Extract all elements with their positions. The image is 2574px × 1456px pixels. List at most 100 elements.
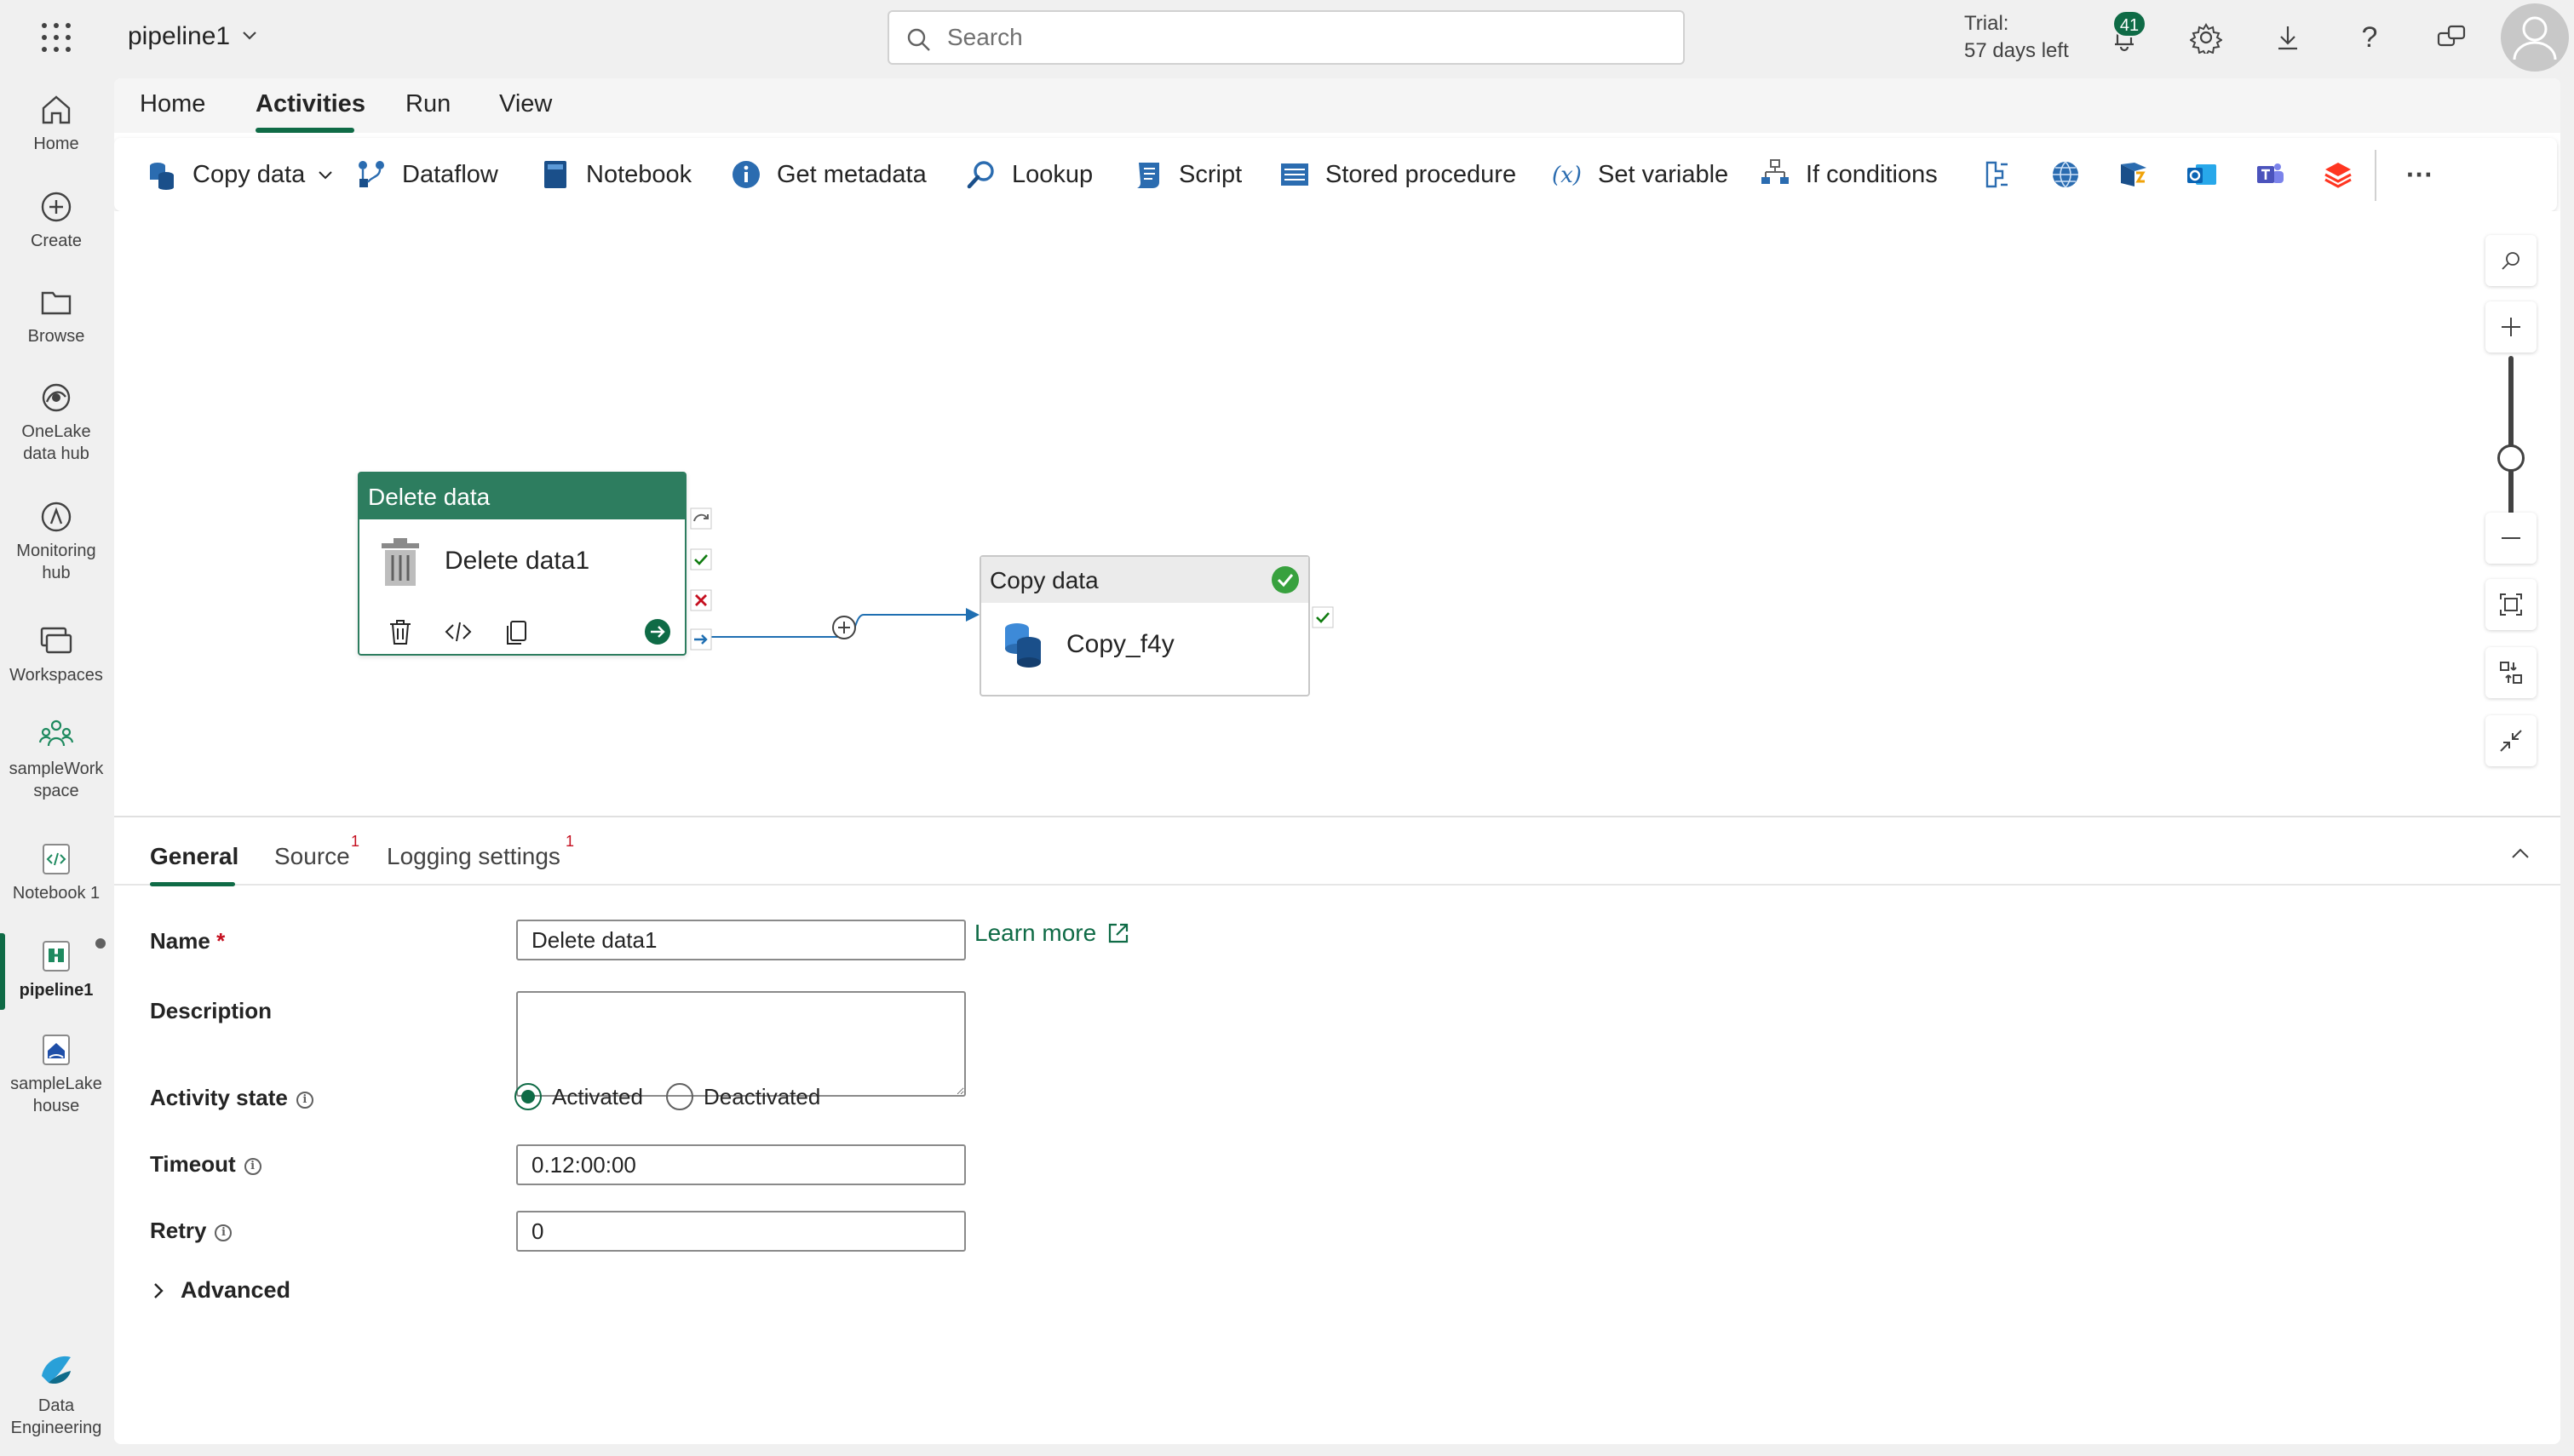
deactivated-radio[interactable]: Deactivated bbox=[666, 1083, 820, 1110]
feedback-icon[interactable] bbox=[2429, 15, 2473, 60]
rail-item-pipeline[interactable]: pipeline1 bbox=[0, 938, 112, 1001]
copy-data-icon bbox=[1005, 623, 1041, 668]
copy-data-icon bbox=[145, 158, 179, 192]
zoom-in-button[interactable] bbox=[2485, 301, 2537, 353]
external-link-icon bbox=[1109, 923, 1129, 943]
download-icon[interactable] bbox=[2266, 15, 2310, 60]
databricks-icon[interactable] bbox=[2320, 157, 2356, 192]
trial-label: Trial: bbox=[1964, 12, 2009, 35]
data-engineering-icon bbox=[42, 1356, 71, 1384]
app-title[interactable]: pipeline1 bbox=[128, 22, 230, 51]
menu-bar: Home Activities Run View bbox=[114, 78, 2560, 133]
properties-pane: General Source 1 Logging settings 1 Name… bbox=[114, 817, 2560, 1444]
name-label-text: Name bbox=[150, 928, 210, 954]
minimize-button[interactable] bbox=[2485, 715, 2537, 766]
deactivated-label: Deactivated bbox=[704, 1083, 821, 1109]
success-output-icon[interactable] bbox=[1312, 606, 1334, 633]
canvas-search-button[interactable] bbox=[2485, 235, 2537, 286]
rail-item-data-engineering[interactable]: Data Engineering bbox=[0, 1350, 112, 1439]
teams-icon[interactable] bbox=[2252, 157, 2288, 192]
copy-data-activity[interactable]: Copy data Copy_f4y bbox=[980, 555, 1310, 696]
ribbon-label: Lookup bbox=[1012, 160, 1094, 188]
get-metadata-button[interactable]: Get metadata bbox=[729, 155, 927, 194]
chevron-up-icon[interactable] bbox=[2509, 843, 2531, 869]
workspaces-icon bbox=[40, 627, 72, 654]
rail-item-onelake[interactable]: OneLake data hub bbox=[0, 380, 112, 465]
activity-state-text: Activity state bbox=[150, 1085, 288, 1110]
copy-icon[interactable] bbox=[499, 615, 533, 649]
copy-data-button[interactable]: Copy data bbox=[145, 155, 334, 194]
chevron-down-icon[interactable] bbox=[240, 26, 259, 49]
required-marker: * bbox=[216, 928, 226, 954]
add-activity-icon[interactable] bbox=[831, 615, 857, 640]
set-variable-button[interactable]: (x) Set variable bbox=[1550, 155, 1728, 194]
skip-output-icon[interactable] bbox=[690, 507, 712, 534]
dataflow-button[interactable]: Dataflow bbox=[354, 155, 498, 194]
rail-item-monitoring[interactable]: Monitoring hub bbox=[0, 499, 112, 584]
arrow-right-circle-icon[interactable] bbox=[641, 615, 675, 649]
tab-run[interactable]: Run bbox=[405, 90, 451, 118]
description-input[interactable] bbox=[516, 991, 966, 1097]
retry-input[interactable] bbox=[516, 1211, 966, 1252]
stored-procedure-button[interactable]: Stored procedure bbox=[1278, 155, 1516, 194]
name-input[interactable] bbox=[516, 920, 966, 960]
dataflow-icon bbox=[354, 158, 388, 192]
switch-icon[interactable] bbox=[1979, 157, 2015, 192]
tab-general[interactable]: General bbox=[150, 843, 238, 870]
info-icon[interactable]: i bbox=[244, 1158, 261, 1175]
rail-label: pipeline1 bbox=[19, 981, 94, 1000]
more-options-icon[interactable]: ··· bbox=[2402, 157, 2438, 192]
rail-item-sampleworkspace[interactable]: sampleWork space bbox=[0, 717, 112, 802]
failure-output-icon[interactable] bbox=[690, 589, 712, 616]
notification-count-badge: 41 bbox=[2112, 10, 2146, 37]
tab-view[interactable]: View bbox=[499, 90, 552, 118]
web-icon[interactable] bbox=[2048, 157, 2083, 192]
delete-data-activity[interactable]: Delete data Delete data1 bbox=[358, 472, 687, 656]
stored-procedure-icon bbox=[1278, 158, 1312, 192]
code-icon[interactable] bbox=[441, 615, 475, 649]
lookup-button[interactable]: Lookup bbox=[964, 155, 1093, 194]
rail-label: Data Engineering bbox=[10, 1396, 102, 1437]
search-input[interactable] bbox=[947, 20, 1663, 54]
active-tab-underline bbox=[256, 128, 354, 133]
rail-item-home[interactable]: Home bbox=[0, 92, 112, 155]
rail-item-create[interactable]: Create bbox=[0, 189, 112, 252]
rail-item-workspaces[interactable]: Workspaces bbox=[0, 623, 112, 686]
auto-align-button[interactable] bbox=[2485, 647, 2537, 698]
app-launcher-icon[interactable] bbox=[39, 20, 73, 54]
advanced-section-toggle[interactable]: Advanced bbox=[150, 1277, 290, 1304]
notebook-button[interactable]: Notebook bbox=[538, 155, 692, 194]
tab-home[interactable]: Home bbox=[140, 90, 205, 118]
info-icon[interactable]: i bbox=[296, 1092, 313, 1109]
delete-icon[interactable] bbox=[383, 615, 417, 649]
activated-radio[interactable]: Activated bbox=[514, 1083, 643, 1110]
pipeline-icon bbox=[43, 941, 70, 972]
rail-label: Home bbox=[33, 135, 79, 153]
help-icon[interactable]: ? bbox=[2347, 15, 2392, 60]
rail-item-notebook[interactable]: Notebook 1 bbox=[0, 841, 112, 904]
avatar[interactable] bbox=[2501, 3, 2569, 72]
learn-more-link[interactable]: Learn more bbox=[974, 920, 1130, 947]
script-button[interactable]: Script bbox=[1131, 155, 1242, 194]
gear-icon[interactable] bbox=[2184, 15, 2228, 60]
zoom-out-button[interactable] bbox=[2485, 513, 2537, 564]
rail-item-samplelakehouse[interactable]: sampleLake house bbox=[0, 1032, 112, 1117]
azure-function-icon[interactable] bbox=[2116, 157, 2152, 192]
tab-activities[interactable]: Activities bbox=[256, 90, 365, 118]
if-conditions-button[interactable]: If conditions bbox=[1758, 155, 1938, 194]
tab-logging-settings[interactable]: Logging settings bbox=[387, 843, 560, 870]
info-icon[interactable]: i bbox=[215, 1224, 233, 1241]
search-box[interactable] bbox=[888, 10, 1685, 65]
completion-output-icon[interactable] bbox=[690, 628, 712, 655]
fit-to-screen-button[interactable] bbox=[2485, 579, 2537, 630]
ribbon-label: Dataflow bbox=[402, 160, 498, 188]
outlook-icon[interactable] bbox=[2184, 157, 2220, 192]
rail-item-browse[interactable]: Browse bbox=[0, 284, 112, 347]
timeout-input[interactable] bbox=[516, 1144, 966, 1185]
zoom-slider-thumb[interactable] bbox=[2497, 444, 2525, 472]
pipeline-canvas[interactable]: Delete data Delete data1 Copy data Copy_… bbox=[114, 211, 2560, 816]
success-check-icon bbox=[1272, 566, 1299, 593]
properties-tabs: General Source 1 Logging settings 1 bbox=[114, 817, 2560, 886]
success-output-icon[interactable] bbox=[690, 548, 712, 575]
tab-source[interactable]: Source bbox=[274, 843, 350, 870]
